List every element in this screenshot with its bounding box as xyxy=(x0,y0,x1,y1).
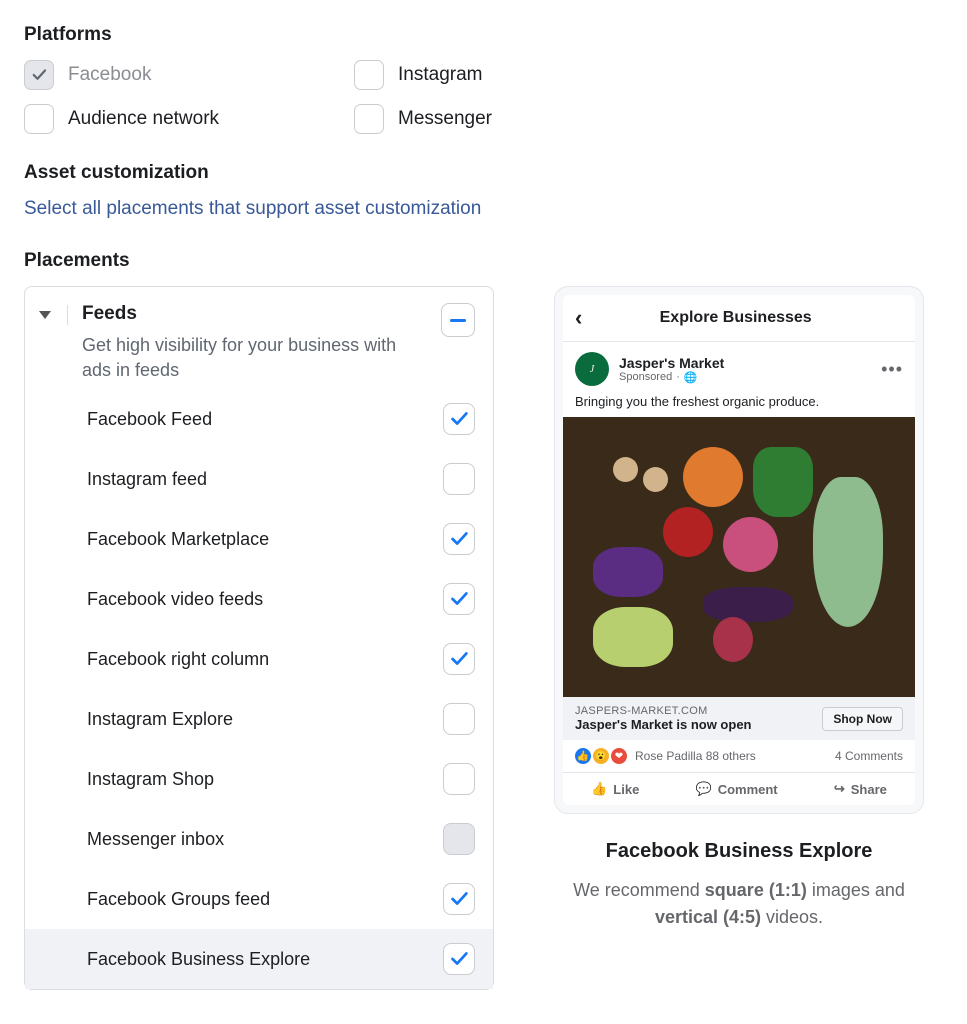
platforms-heading: Platforms xyxy=(24,24,943,46)
like-action: 👍Like xyxy=(591,781,639,797)
placement-instagram-feed[interactable]: Instagram feed xyxy=(25,449,493,509)
platforms-grid: Facebook Instagram Audience network Mess… xyxy=(24,60,943,134)
platform-label: Facebook xyxy=(68,64,151,86)
checkbox[interactable] xyxy=(443,403,475,435)
preview-actions-row: 👍Like 💬Comment ↪Share xyxy=(563,773,915,805)
share-action: ↪Share xyxy=(834,781,887,797)
preview-link-title: Jasper's Market is now open xyxy=(575,717,751,732)
preview-link-card: JASPERS-MARKET.COM Jasper's Market is no… xyxy=(563,697,915,740)
placement-label: Facebook right column xyxy=(87,649,269,670)
placement-label: Facebook Marketplace xyxy=(87,529,269,550)
checkbox-audience-network[interactable] xyxy=(24,104,54,134)
placement-label: Facebook Business Explore xyxy=(87,949,310,970)
placement-facebook-marketplace[interactable]: Facebook Marketplace xyxy=(25,509,493,569)
feeds-group-title: Feeds xyxy=(82,303,441,325)
preview-recommendation: We recommend square (1:1) images and ver… xyxy=(554,877,924,931)
platform-label: Audience network xyxy=(68,108,219,130)
check-icon xyxy=(448,588,470,610)
phone-frame: ‹ Explore Businesses J Jasper's Market S… xyxy=(554,286,924,814)
placement-facebook-right-column[interactable]: Facebook right column xyxy=(25,629,493,689)
checkbox[interactable] xyxy=(443,583,475,615)
checkbox-facebook xyxy=(24,60,54,90)
preview-link-domain: JASPERS-MARKET.COM xyxy=(575,705,751,717)
placement-messenger-inbox[interactable]: Messenger inbox xyxy=(25,809,493,869)
select-all-asset-link[interactable]: Select all placements that support asset… xyxy=(24,198,481,219)
check-icon xyxy=(448,888,470,910)
checkbox-messenger[interactable] xyxy=(354,104,384,134)
check-icon xyxy=(448,648,470,670)
page-avatar: J xyxy=(575,352,609,386)
phone-screen: ‹ Explore Businesses J Jasper's Market S… xyxy=(563,295,915,805)
placement-instagram-shop[interactable]: Instagram Shop xyxy=(25,749,493,809)
placements-heading: Placements xyxy=(24,250,943,272)
preview-post-header: J Jasper's Market Sponsored · 🌐 ••• xyxy=(563,342,915,390)
platform-instagram[interactable]: Instagram xyxy=(354,60,684,90)
placement-instagram-explore[interactable]: Instagram Explore xyxy=(25,689,493,749)
divider xyxy=(67,305,68,325)
preview-sponsored-label: Sponsored · 🌐 xyxy=(619,371,871,384)
preview-panel-title: Facebook Business Explore xyxy=(554,840,924,863)
share-icon: ↪ xyxy=(834,781,845,797)
platform-audience-network[interactable]: Audience network xyxy=(24,104,354,134)
check-icon xyxy=(30,66,48,84)
love-reaction-icon: ❤ xyxy=(611,748,627,764)
wow-reaction-icon: 😮 xyxy=(593,748,609,764)
platform-label: Instagram xyxy=(398,64,482,86)
platform-label: Messenger xyxy=(398,108,492,130)
placement-facebook-groups-feed[interactable]: Facebook Groups feed xyxy=(25,869,493,929)
preview-caption: Bringing you the freshest organic produc… xyxy=(563,390,915,417)
more-icon: ••• xyxy=(881,359,903,380)
placement-label: Facebook Feed xyxy=(87,409,212,430)
feeds-group-header[interactable]: Feeds Get high visibility for your busin… xyxy=(25,287,493,389)
placement-facebook-video-feeds[interactable]: Facebook video feeds xyxy=(25,569,493,629)
placement-label: Facebook Groups feed xyxy=(87,889,270,910)
preview-screen-header: ‹ Explore Businesses xyxy=(563,295,915,342)
like-reaction-icon: 👍 xyxy=(575,748,591,764)
comment-icon: 💬 xyxy=(696,781,712,797)
check-icon xyxy=(448,528,470,550)
placement-label: Instagram feed xyxy=(87,469,207,490)
back-icon: ‹ xyxy=(575,305,582,331)
feeds-group-checkbox[interactable] xyxy=(441,303,475,337)
checkbox-instagram[interactable] xyxy=(354,60,384,90)
checkbox-disabled xyxy=(443,823,475,855)
preview-ad-image xyxy=(563,417,915,697)
placement-facebook-business-explore[interactable]: Facebook Business Explore xyxy=(25,929,493,989)
checkbox[interactable] xyxy=(443,463,475,495)
platform-facebook[interactable]: Facebook xyxy=(24,60,354,90)
placement-label: Instagram Shop xyxy=(87,769,214,790)
caret-down-icon xyxy=(39,311,51,319)
checkbox[interactable] xyxy=(443,643,475,675)
placement-label: Messenger inbox xyxy=(87,829,224,850)
checkbox[interactable] xyxy=(443,883,475,915)
checkbox[interactable] xyxy=(443,703,475,735)
minus-icon xyxy=(450,319,466,322)
platform-messenger[interactable]: Messenger xyxy=(354,104,684,134)
checkbox[interactable] xyxy=(443,943,475,975)
feeds-group-description: Get high visibility for your business wi… xyxy=(82,333,412,383)
checkbox[interactable] xyxy=(443,523,475,555)
preview-page-name: Jasper's Market xyxy=(619,355,871,371)
preview-column: ‹ Explore Businesses J Jasper's Market S… xyxy=(554,286,924,931)
check-icon xyxy=(448,948,470,970)
preview-comments-count: 4 Comments xyxy=(835,749,903,763)
placement-facebook-feed[interactable]: Facebook Feed xyxy=(25,389,493,449)
globe-icon: 🌐 xyxy=(684,371,698,384)
comment-action: 💬Comment xyxy=(696,781,778,797)
asset-customization-heading: Asset customization xyxy=(24,162,943,184)
placement-label: Instagram Explore xyxy=(87,709,233,730)
preview-reactions-row: 👍 😮 ❤ Rose Padilla 88 others 4 Comments xyxy=(563,740,915,773)
preview-screen-title: Explore Businesses xyxy=(582,309,889,327)
placements-panel: Feeds Get high visibility for your busin… xyxy=(24,286,494,990)
checkbox[interactable] xyxy=(443,763,475,795)
preview-cta-button: Shop Now xyxy=(822,707,903,731)
placement-label: Facebook video feeds xyxy=(87,589,263,610)
check-icon xyxy=(448,408,470,430)
thumb-icon: 👍 xyxy=(591,781,607,797)
preview-reactions-text: Rose Padilla 88 others xyxy=(635,749,756,763)
